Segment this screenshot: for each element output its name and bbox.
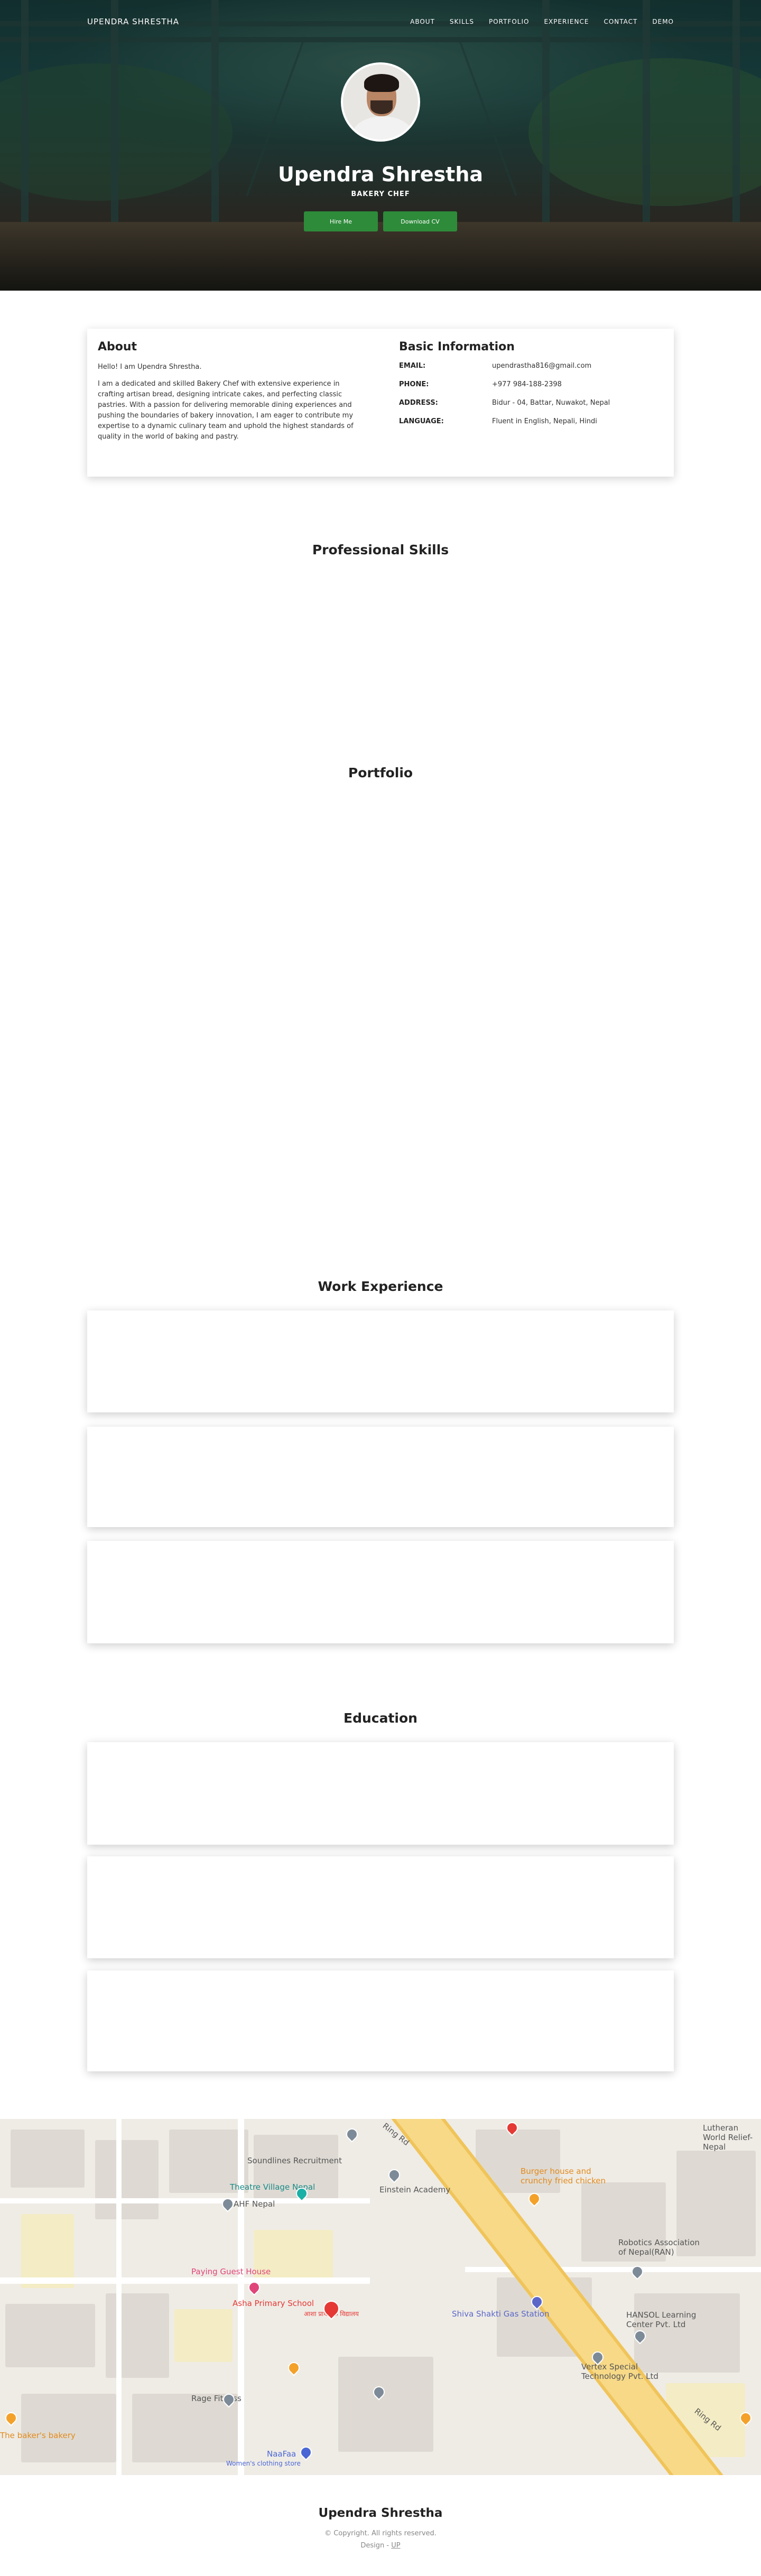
experience-card xyxy=(87,1310,674,1412)
map-label-ahf: AHF Nepal xyxy=(234,2199,275,2209)
info-key: LANGUAGE: xyxy=(399,417,444,425)
map-block xyxy=(21,2394,116,2462)
map-label-einstein: Einstein Academy xyxy=(379,2185,451,2194)
education-heading: Education xyxy=(344,1710,417,1726)
map-pin-icon[interactable] xyxy=(298,2444,314,2461)
footer-name: Upendra Shrestha xyxy=(318,2506,443,2520)
portfolio-heading: Portfolio xyxy=(348,765,413,780)
hero-section xyxy=(0,0,761,291)
map-pin-icon[interactable] xyxy=(629,2263,646,2280)
footer-design-prefix: Design - xyxy=(360,2542,392,2550)
profile-avatar xyxy=(341,62,420,142)
map-block xyxy=(634,2293,740,2373)
basic-info-heading: Basic Information xyxy=(399,340,515,354)
avatar-shirt xyxy=(352,116,413,140)
education-card xyxy=(87,1856,674,1958)
hero-overlay xyxy=(0,0,761,291)
map-block xyxy=(95,2140,159,2219)
map-label-shiva: Shiva Shakti Gas Station xyxy=(452,2309,550,2319)
map-pin-icon[interactable] xyxy=(526,2190,543,2207)
language-value: Fluent in English, Nepali, Hindi xyxy=(492,417,597,425)
education-card xyxy=(87,1742,674,1845)
hero-title: BAKERY CHEF xyxy=(351,190,410,198)
map-label-vertex: Vertex Special Technology Pvt. Ltd xyxy=(581,2362,658,2381)
nav-item-skills[interactable]: SKILLS xyxy=(450,18,474,25)
map-yard xyxy=(174,2309,233,2362)
avatar-hair xyxy=(364,74,399,92)
basic-info-column: Basic Information EMAIL: upendrastha816@… xyxy=(399,340,663,436)
map-road xyxy=(0,2277,370,2284)
map-label-naafaa: NaaFaa xyxy=(267,2449,296,2459)
map-label-naafaa-sub: Women's clothing store xyxy=(226,2460,301,2467)
map-block xyxy=(338,2357,433,2452)
nav-item-demo[interactable]: DEMO xyxy=(652,18,674,25)
avatar-beard xyxy=(370,100,393,114)
info-row-email: EMAIL: upendrastha816@gmail.com xyxy=(399,362,663,370)
info-key: EMAIL: xyxy=(399,362,426,370)
map-label-paying-guest: Paying Guest House xyxy=(191,2267,271,2276)
map-label-lutheran: Lutheran World Relief- Nepal xyxy=(703,2123,753,2152)
about-column: About Hello! I am Upendra Shrestha. I am… xyxy=(98,340,362,449)
info-key: ADDRESS: xyxy=(399,399,438,407)
email-value[interactable]: upendrastha816@gmail.com xyxy=(492,362,591,370)
map-block xyxy=(5,2304,95,2367)
map-pin-icon[interactable] xyxy=(344,2126,360,2143)
info-row-phone: PHONE: +977 984-188-2398 xyxy=(399,380,663,388)
nav-item-portfolio[interactable]: PORTFOLIO xyxy=(489,18,530,25)
location-map[interactable]: Soundlines Recruitment Theatre Village N… xyxy=(0,2119,761,2475)
education-card xyxy=(87,1970,674,2071)
map-label-bakery: The baker's bakery xyxy=(0,2431,76,2440)
map-label-robotics: Robotics Association of Nepal(RAN) xyxy=(618,2238,700,2257)
map-road xyxy=(0,2198,370,2203)
footer-copyright: © Copyright. All rights reserved. xyxy=(324,2529,437,2537)
nav-item-contact[interactable]: CONTACT xyxy=(604,18,637,25)
about-greeting: Hello! I am Upendra Shrestha. xyxy=(98,363,202,371)
map-label-soundlines: Soundlines Recruitment xyxy=(247,2156,342,2165)
brand-name[interactable]: UPENDRA SHRESTHA xyxy=(87,17,179,26)
map-pin-icon[interactable] xyxy=(3,2410,20,2426)
info-key: PHONE: xyxy=(399,380,429,388)
footer-design-link[interactable]: UP xyxy=(391,2542,400,2550)
skills-heading: Professional Skills xyxy=(312,542,449,557)
hire-me-button[interactable]: Hire Me xyxy=(304,211,378,231)
map-block xyxy=(132,2394,238,2462)
map-label-burger: Burger house and crunchy fried chicken xyxy=(521,2166,606,2186)
map-yard xyxy=(21,2214,74,2288)
about-heading: About xyxy=(98,340,137,354)
experience-card xyxy=(87,1541,674,1643)
about-bio: I am a dedicated and skilled Bakery Chef… xyxy=(98,380,354,441)
hero-name: Upendra Shrestha xyxy=(277,163,484,186)
map-block xyxy=(106,2293,169,2378)
experience-heading: Work Experience xyxy=(318,1279,443,1294)
info-row-language: LANGUAGE: Fluent in English, Nepali, Hin… xyxy=(399,417,663,425)
experience-card xyxy=(87,1427,674,1527)
map-pin-icon[interactable] xyxy=(386,2166,403,2183)
hero-buttons: Hire Me Download CV xyxy=(304,211,457,231)
map-block xyxy=(11,2129,85,2188)
nav-item-experience[interactable]: EXPERIENCE xyxy=(544,18,589,25)
address-value: Bidur - 04, Battar, Nuwakot, Nepal xyxy=(492,399,610,407)
map-label-hansol: HANSOL Learning Center Pvt. Ltd xyxy=(626,2310,697,2329)
map-road xyxy=(238,2119,244,2475)
map-label-asha-school: Asha Primary School xyxy=(233,2299,314,2308)
about-card: About Hello! I am Upendra Shrestha. I am… xyxy=(87,329,674,477)
download-cv-button[interactable]: Download CV xyxy=(383,211,457,231)
nav-menu: ABOUT SKILLS PORTFOLIO EXPERIENCE CONTAC… xyxy=(410,18,674,25)
top-nav: UPENDRA SHRESTHA ABOUT SKILLS PORTFOLIO … xyxy=(87,15,674,29)
map-pin-icon[interactable] xyxy=(285,2359,302,2376)
info-row-address: ADDRESS: Bidur - 04, Battar, Nuwakot, Ne… xyxy=(399,399,663,407)
map-road xyxy=(116,2119,122,2475)
phone-value: +977 984-188-2398 xyxy=(492,380,562,388)
nav-item-about[interactable]: ABOUT xyxy=(410,18,435,25)
footer-design: Design - UP xyxy=(0,2542,761,2550)
